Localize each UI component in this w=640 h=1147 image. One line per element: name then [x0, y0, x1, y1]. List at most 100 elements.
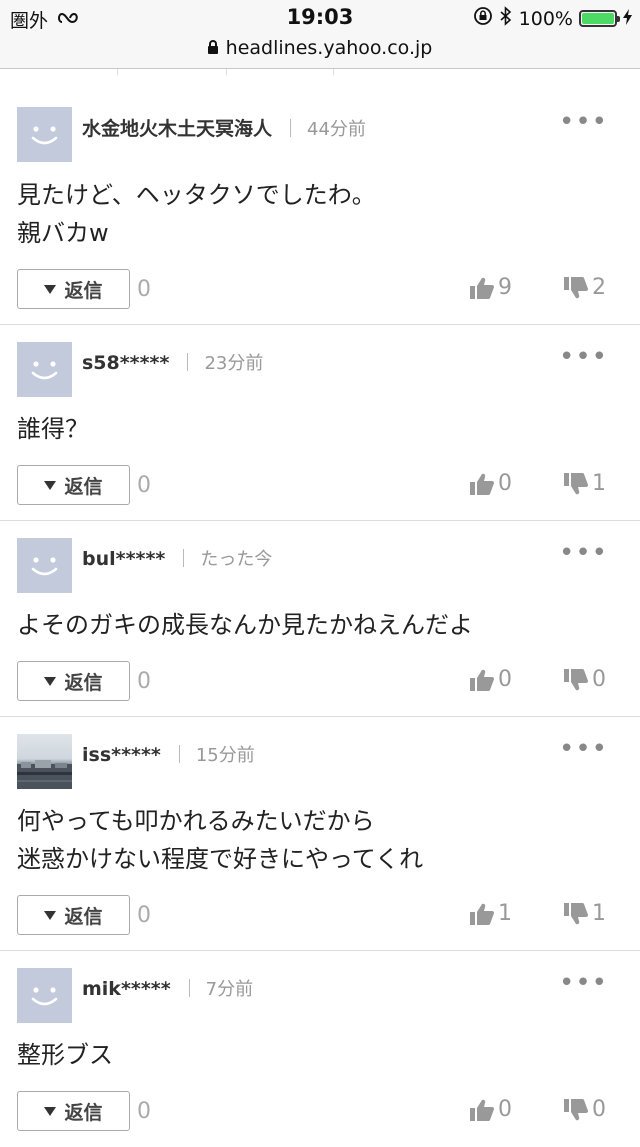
default-face-icon [31, 557, 58, 576]
like-button[interactable]: 0 [469, 667, 512, 692]
author-name[interactable]: iss***** [82, 744, 161, 766]
more-options-icon[interactable]: ••• [559, 344, 608, 370]
status-bar: 圏外 19:03 100% [0, 0, 640, 36]
reply-button[interactable]: 返信 [17, 465, 130, 505]
like-count: 0 [498, 471, 512, 496]
avatar[interactable] [17, 968, 72, 1023]
dislike-button[interactable]: 1 [563, 901, 606, 926]
dislike-button[interactable]: 0 [563, 1097, 606, 1122]
dislike-count: 2 [592, 275, 606, 300]
reply-label: 返信 [64, 279, 103, 302]
comment-item: iss***** 15分前 ••• 何やっても叩かれるみたいだから 迷惑かけない程… [0, 717, 640, 951]
tab-divider [333, 69, 334, 75]
comment-text: 見たけど、ヘッタクソでしたわ。 親バカw [17, 181, 376, 247]
reply-button[interactable]: 返信 [17, 1091, 130, 1131]
comment-text: 誰得？ [17, 415, 89, 443]
like-count: 0 [498, 1097, 512, 1122]
like-count: 0 [498, 667, 512, 692]
comment-item: s58***** 23分前 ••• 誰得？ 返信 0 0 1 [0, 325, 640, 521]
reply-button[interactable]: 返信 [17, 661, 130, 701]
comment-time: 15分前 [195, 745, 255, 766]
caret-down-icon [44, 910, 57, 920]
author-name[interactable]: 水金地火木土天冥海人 [82, 118, 272, 140]
comment-text: 何やっても叩かれるみたいだから 迷惑かけない程度で好きにやってくれ [17, 807, 424, 873]
comment-author[interactable]: mik***** 7分前 [82, 975, 253, 1001]
thumbs-up-icon [470, 1099, 494, 1121]
reply-count: 0 [137, 1099, 151, 1124]
thumbs-up-icon [470, 903, 494, 925]
comment-item: 水金地火木土天冥海人 44分前 ••• 見たけど、ヘッタクソでしたわ。 親バカw … [0, 90, 640, 325]
status-right: 100% [473, 6, 632, 31]
default-face-icon [31, 126, 58, 145]
reply-count: 0 [137, 277, 151, 302]
thumbs-down-icon [564, 472, 588, 494]
reply-count: 0 [137, 669, 151, 694]
default-face-icon [31, 987, 58, 1006]
author-name[interactable]: mik***** [82, 978, 171, 1000]
comment-time: 23分前 [204, 353, 264, 374]
url-text[interactable]: headlines.yahoo.co.jp [226, 37, 433, 59]
comment-author[interactable]: bul***** たった今 [82, 545, 272, 571]
comment-list: 水金地火木土天冥海人 44分前 ••• 見たけど、ヘッタクソでしたわ。 親バカw … [0, 90, 640, 1147]
like-button[interactable]: 0 [469, 1097, 512, 1122]
divider [178, 745, 180, 763]
thumbs-up-icon [470, 277, 494, 299]
tab-divider [226, 69, 227, 75]
caret-down-icon [44, 480, 57, 490]
reply-button[interactable]: 返信 [17, 269, 130, 309]
avatar[interactable] [17, 538, 72, 593]
reply-label: 返信 [64, 671, 103, 694]
author-name[interactable]: s58***** [82, 352, 169, 374]
thumbs-down-icon [564, 668, 588, 690]
like-count: 9 [498, 275, 512, 300]
divider [188, 979, 190, 997]
comment-text: 整形ブス [17, 1041, 113, 1069]
dislike-count: 0 [592, 667, 606, 692]
reply-button[interactable]: 返信 [17, 895, 130, 935]
more-options-icon[interactable]: ••• [559, 109, 608, 135]
like-button[interactable]: 0 [469, 471, 512, 496]
reply-count: 0 [137, 473, 151, 498]
dislike-button[interactable]: 2 [563, 275, 606, 300]
battery-percent: 100% [518, 7, 573, 30]
like-button[interactable]: 1 [469, 901, 512, 926]
divider [290, 119, 292, 137]
reply-label: 返信 [64, 1101, 103, 1124]
more-options-icon[interactable]: ••• [559, 540, 608, 566]
caret-down-icon [44, 284, 57, 294]
battery-icon [579, 10, 620, 27]
comment-time: 44分前 [307, 119, 366, 140]
avatar-photo[interactable] [17, 734, 72, 789]
thumbs-down-icon [564, 276, 588, 298]
tab-strip-remnant [0, 69, 640, 75]
caret-down-icon [44, 676, 57, 686]
more-options-icon[interactable]: ••• [559, 970, 608, 996]
dislike-button[interactable]: 1 [563, 471, 606, 496]
author-name[interactable]: bul***** [82, 548, 165, 570]
like-button[interactable]: 9 [469, 275, 512, 300]
comment-author[interactable]: iss***** 15分前 [82, 741, 255, 767]
divider [187, 353, 189, 371]
comment-text: よそのガキの成長なんか見たかねえんだよ [17, 611, 473, 639]
lock-icon [207, 40, 218, 54]
thumbs-up-icon [470, 473, 494, 495]
avatar[interactable] [17, 342, 72, 397]
battery-fill [582, 13, 614, 24]
comment-item: bul***** たった今 ••• よそのガキの成長なんか見たかねえんだよ 返信 … [0, 521, 640, 717]
address-bar[interactable]: headlines.yahoo.co.jp [0, 36, 640, 69]
dislike-count: 0 [592, 1097, 606, 1122]
avatar[interactable] [17, 107, 72, 162]
like-count: 1 [498, 901, 512, 926]
comment-time: 7分前 [205, 979, 254, 1000]
reply-count: 0 [137, 903, 151, 928]
comment-author[interactable]: s58***** 23分前 [82, 349, 263, 375]
photo-thumbnail [17, 760, 72, 789]
more-options-icon[interactable]: ••• [559, 736, 608, 762]
comment-item: mik***** 7分前 ••• 整形ブス 返信 0 0 0 [0, 951, 640, 1147]
reply-label: 返信 [64, 475, 103, 498]
dislike-button[interactable]: 0 [563, 667, 606, 692]
comment-time: たった今 [200, 549, 273, 570]
comment-author[interactable]: 水金地火木土天冥海人 44分前 [82, 114, 366, 141]
dislike-count: 1 [592, 901, 606, 926]
bluetooth-icon [499, 6, 513, 31]
